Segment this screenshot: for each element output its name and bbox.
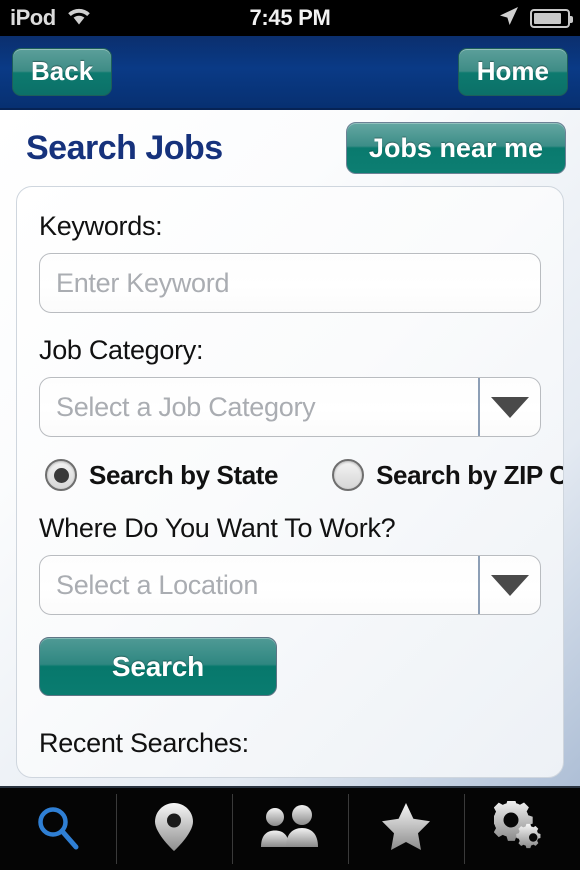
app-screen: iPod 7:45 PM Back Home Search Jobs Jobs … <box>0 0 580 870</box>
radio-state-indicator <box>45 459 77 491</box>
job-category-value: Select a Job Category <box>56 391 316 422</box>
carrier-label: iPod <box>10 5 56 30</box>
tab-search[interactable] <box>0 788 116 870</box>
radio-zip-label: Search by ZIP Code <box>376 459 563 490</box>
tab-people[interactable] <box>232 788 348 870</box>
keywords-placeholder: Enter Keyword <box>56 267 230 298</box>
recent-searches-label: Recent Searches: <box>39 728 249 759</box>
wifi-icon <box>66 6 92 30</box>
status-right-group <box>497 4 573 33</box>
tab-settings[interactable] <box>464 788 580 870</box>
location-label: Where Do You Want To Work? <box>39 513 396 543</box>
search-form-card: Keywords: Enter Keyword Job Category: Se… <box>16 186 564 778</box>
job-category-select[interactable]: Select a Job Category <box>39 377 541 437</box>
magnifier-icon <box>33 802 83 857</box>
radio-zip-indicator <box>332 459 365 491</box>
search-button[interactable]: Search <box>39 637 277 697</box>
battery-icon <box>530 8 573 28</box>
back-button[interactable]: Back <box>12 48 113 96</box>
job-category-label: Job Category: <box>39 335 204 365</box>
tab-favorites[interactable] <box>348 788 464 870</box>
page-content: Search Jobs Jobs near me Keywords: Enter… <box>0 110 580 786</box>
page-header: Search Jobs Jobs near me <box>0 110 580 186</box>
radio-search-by-zip[interactable]: Search by ZIP Code <box>332 459 563 491</box>
radio-search-by-state[interactable]: Search by State <box>45 459 278 491</box>
tab-locations[interactable] <box>116 788 232 870</box>
location-value: Select a Location <box>56 569 259 600</box>
jobs-near-me-button[interactable]: Jobs near me <box>345 121 566 175</box>
gears-icon <box>490 798 550 858</box>
chevron-down-icon[interactable] <box>478 556 540 614</box>
status-bar: iPod 7:45 PM <box>0 0 580 36</box>
keywords-label: Keywords: <box>39 211 163 241</box>
navigation-bar: Back Home <box>0 36 580 110</box>
radio-state-label: Search by State <box>89 459 279 490</box>
star-icon <box>380 802 432 857</box>
people-icon <box>261 804 319 854</box>
map-pin-icon <box>152 801 196 858</box>
search-mode-radio-group: Search by State Search by ZIP Code <box>45 459 563 491</box>
page-title: Search Jobs <box>26 128 223 167</box>
location-select[interactable]: Select a Location <box>39 555 541 615</box>
location-arrow-icon <box>497 4 521 33</box>
chevron-down-icon[interactable] <box>478 378 540 436</box>
keywords-input[interactable]: Enter Keyword <box>39 253 541 313</box>
home-button[interactable]: Home <box>457 48 568 96</box>
tab-bar <box>0 786 580 870</box>
